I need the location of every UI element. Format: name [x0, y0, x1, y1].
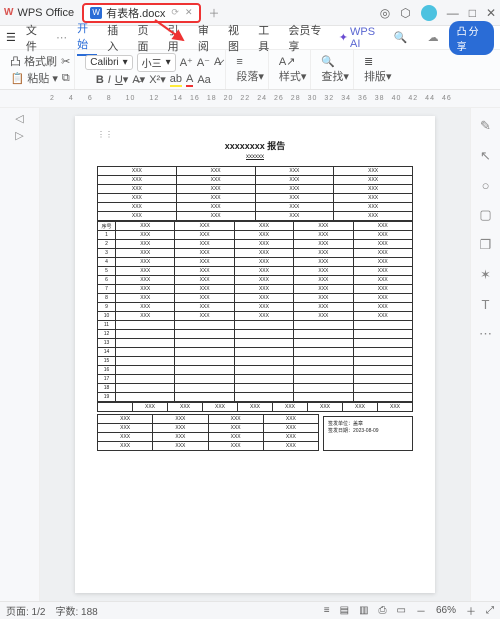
pen-tool-icon[interactable]: ✎ — [480, 118, 491, 134]
paragraph-group: ≡段落▾ — [232, 50, 269, 89]
tab-view[interactable]: 视图 — [228, 22, 248, 54]
highlight-icon[interactable]: ab — [170, 73, 182, 87]
layout-button[interactable]: ≣排版▾ — [364, 55, 392, 84]
tab-label: 有表格.docx — [106, 5, 165, 21]
wps-ai-button[interactable]: ✦WPS AI — [339, 26, 384, 50]
signature-box[interactable]: 签发单位：盖章 签发日期：2023-08-09 — [323, 416, 413, 451]
cloud-icon[interactable]: ☁ — [428, 31, 439, 44]
footer-table[interactable]: XXXXXXXXXXXXXXXXXXXXXXXXXXXXXXXXXXXXXXXX… — [97, 414, 319, 451]
summary-table[interactable]: XXXXXXXXXXXXXXXXXXXXXXXX — [97, 402, 413, 412]
ribbon-toolbar: 凸 格式刷 ✂ 📋 粘贴 ▾ ⧉ Calibri▾ 小三▾ A⁺ A⁻ A̷ B I… — [0, 50, 500, 90]
view-print-icon[interactable]: ⎙ — [379, 605, 387, 616]
font-group: Calibri▾ 小三▾ A⁺ A⁻ A̷ B I U▾ A̶▾ X²▾ ab … — [81, 50, 226, 89]
layout-group: ≣排版▾ — [360, 50, 396, 89]
tab-reference[interactable]: 引用 — [168, 22, 188, 54]
square-tool-icon[interactable]: ▢ — [479, 207, 491, 223]
clear-format-icon[interactable]: A̷ — [214, 56, 221, 68]
doc-subtitle[interactable]: xxxxxx — [97, 154, 413, 160]
tab-insert[interactable]: 插入 — [107, 22, 127, 54]
tab-refresh-icon[interactable]: ⟳ — [171, 7, 179, 18]
font-color-icon[interactable]: A — [186, 73, 193, 87]
zoom-level[interactable]: 66% — [436, 605, 456, 616]
document-canvas[interactable]: ⋮⋮ xxxxxxxx 报告 xxxxxx XXXXXXXXXXXXXXXXXX… — [40, 108, 470, 601]
font-family-select[interactable]: Calibri▾ — [85, 55, 132, 70]
paragraph-button[interactable]: ≡段落▾ — [236, 56, 264, 84]
layers-tool-icon[interactable]: ❐ — [480, 237, 492, 253]
strike-icon[interactable]: A̶▾ — [132, 73, 145, 86]
view-grid-icon[interactable]: ▥ — [359, 605, 368, 616]
workspace: ◁ ▷ ⋮⋮ xxxxxxxx 报告 xxxxxx XXXXXXXXXXXXXX… — [0, 108, 500, 601]
doc-title[interactable]: xxxxxxxx 报告 — [97, 139, 413, 152]
page[interactable]: ⋮⋮ xxxxxxxx 报告 xxxxxx XXXXXXXXXXXXXXXXXX… — [75, 116, 435, 593]
dots-icon[interactable]: ⋯ — [56, 31, 67, 44]
format-brush-button[interactable]: 凸 格式刷 — [10, 53, 57, 69]
styles-group: A↗样式▾ — [275, 50, 312, 89]
app-logo: W — [4, 7, 13, 18]
word-count[interactable]: 字数: 188 — [55, 603, 97, 618]
target-icon[interactable]: ◎ — [380, 6, 390, 20]
maximize-button[interactable]: □ — [469, 6, 476, 20]
underline-icon[interactable]: U▾ — [115, 73, 128, 86]
fullscreen-button[interactable]: ⤢ — [486, 605, 494, 616]
view-menu-icon[interactable]: ≡ — [324, 605, 330, 616]
star-tool-icon[interactable]: ✶ — [480, 267, 491, 283]
styles-button[interactable]: A↗样式▾ — [279, 55, 307, 84]
left-nav-gutter: ◁ ▷ — [0, 108, 40, 601]
minimize-button[interactable]: — — [447, 6, 459, 20]
decrease-font-icon[interactable]: A⁻ — [197, 56, 210, 69]
text-tool-icon[interactable]: T — [482, 297, 490, 312]
tab-member[interactable]: 会员专享 — [288, 22, 328, 54]
tab-close-icon[interactable]: ✕ — [185, 7, 193, 18]
more-tool-icon[interactable]: ⋯ — [479, 326, 492, 342]
serial-table[interactable]: 序号XXXXXXXXXXXXXXX1XXXXXXXXXXXXXXX2XXXXXX… — [97, 221, 413, 402]
tab-tools[interactable]: 工具 — [258, 22, 278, 54]
view-doc-icon[interactable]: ▤ — [340, 605, 349, 616]
app-name: WPS Office — [17, 7, 74, 19]
document-tab[interactable]: W 有表格.docx ⟳ ✕ — [82, 3, 200, 23]
bold-icon[interactable]: B — [96, 74, 104, 86]
super-sub-icon[interactable]: X²▾ — [149, 73, 166, 86]
share-button[interactable]: 凸分享 — [449, 21, 494, 55]
page-indicator[interactable]: 页面: 1/2 — [6, 603, 45, 618]
right-toolbar: ✎ ↖ ○ ▢ ❐ ✶ T ⋯ — [470, 108, 500, 601]
font-size-select[interactable]: 小三▾ — [137, 53, 176, 72]
file-menu[interactable]: 文件 — [26, 22, 46, 54]
case-icon[interactable]: Aa — [197, 74, 210, 86]
paste-button[interactable]: 📋 粘贴 ▾ — [11, 70, 58, 86]
title-bar: W WPS Office W 有表格.docx ⟳ ✕ ＋ ◎ ⬡ — □ ✕ — [0, 0, 500, 26]
word-doc-icon: W — [90, 7, 102, 19]
nav-next-icon[interactable]: ▷ — [15, 129, 23, 142]
cursor-tool-icon[interactable]: ↖ — [480, 148, 491, 164]
clipboard-group: 凸 格式刷 ✂ 📋 粘贴 ▾ ⧉ — [6, 50, 75, 89]
tab-page[interactable]: 页面 — [137, 22, 157, 54]
italic-icon[interactable]: I — [108, 74, 111, 86]
circle-tool-icon[interactable]: ○ — [482, 178, 490, 193]
header-table[interactable]: XXXXXXXXXXXXXXXXXXXXXXXXXXXXXXXXXXXXXXXX… — [97, 166, 413, 221]
new-tab-button[interactable]: ＋ — [209, 5, 220, 21]
close-button[interactable]: ✕ — [486, 6, 496, 20]
status-bar: 页面: 1/2 字数: 188 ≡ ▤ ▥ ⎙ ▭ － 66% ＋ ⤢ — [0, 601, 500, 619]
avatar[interactable] — [421, 5, 437, 21]
copy-icon[interactable]: ⧉ — [62, 72, 70, 85]
search-icon[interactable]: 🔍 — [394, 31, 408, 44]
hamburger-icon[interactable]: ☰ — [6, 31, 16, 44]
zoom-in-button[interactable]: ＋ — [466, 603, 476, 618]
menu-bar: ☰ 文件 ⋯ 开始 插入 页面 引用 审阅 视图 工具 会员专享 ✦WPS AI… — [0, 26, 500, 50]
find-button[interactable]: 🔍查找▾ — [321, 55, 349, 84]
nav-prev-icon[interactable]: ◁ — [15, 112, 23, 125]
increase-font-icon[interactable]: A⁺ — [180, 56, 193, 69]
view-read-icon[interactable]: ▭ — [397, 605, 406, 616]
cut-icon[interactable]: ✂ — [61, 55, 70, 68]
cube-icon[interactable]: ⬡ — [400, 6, 410, 20]
horizontal-ruler[interactable]: 2468101214161820222426283032343638404244… — [0, 90, 500, 108]
zoom-out-button[interactable]: － — [416, 603, 426, 618]
find-group: 🔍查找▾ — [317, 50, 354, 89]
tab-review[interactable]: 审阅 — [198, 22, 218, 54]
